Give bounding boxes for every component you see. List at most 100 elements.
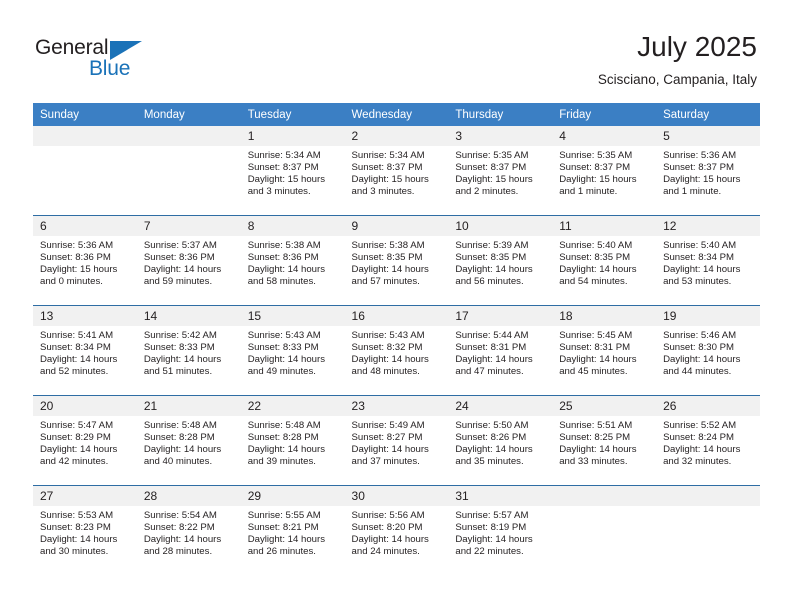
calendar-day-cell[interactable]: 3 Sunrise: 5:35 AM Sunset: 8:37 PM Daylight… xyxy=(448,126,553,216)
calendar-day-cell[interactable]: 16 Sunrise: 5:43 AM Sunset: 8:32 PM Dayligh… xyxy=(344,305,449,396)
sunrise-text: Sunrise: 5:43 AM xyxy=(247,330,321,341)
calendar-day-cell[interactable]: 4 Sunrise: 5:35 AM Sunset: 8:37 PM Daylight… xyxy=(552,126,657,216)
sunrise-text: Sunrise: 5:34 AM xyxy=(247,150,321,161)
daylight-text: Daylight: 14 hours and 33 minutes. xyxy=(559,444,637,468)
sunrise-text: Sunrise: 5:52 AM xyxy=(663,420,737,431)
sun-info: Sunrise: 5:43 AM Sunset: 8:33 PM Daylight:… xyxy=(241,326,345,378)
calendar-day-cell[interactable]: 18 Sunrise: 5:45 AM Sunset: 8:31 PM Dayligh… xyxy=(552,305,657,396)
sunrise-text: Sunrise: 5:49 AM xyxy=(351,420,425,431)
daylight-text: Daylight: 14 hours and 30 minutes. xyxy=(40,534,118,558)
daylight-text: Daylight: 14 hours and 53 minutes. xyxy=(663,264,741,288)
calendar-day-cell[interactable]: 23 Sunrise: 5:49 AM Sunset: 8:27 PM Dayligh… xyxy=(344,395,449,486)
calendar-day-cell[interactable]: 7 Sunrise: 5:37 AM Sunset: 8:36 PM Daylight… xyxy=(136,215,241,306)
sunrise-text: Sunrise: 5:47 AM xyxy=(40,420,114,431)
day-number: 27 xyxy=(33,486,137,506)
sun-info: Sunrise: 5:43 AM Sunset: 8:32 PM Daylight:… xyxy=(345,326,449,378)
calendar-day-cell[interactable]: 11 Sunrise: 5:40 AM Sunset: 8:35 PM Dayligh… xyxy=(552,215,657,306)
sunrise-text: Sunrise: 5:39 AM xyxy=(455,240,529,251)
day-cell-inner: 29 Sunrise: 5:55 AM Sunset: 8:21 PM Dayligh… xyxy=(240,486,345,575)
sunset-text: Sunset: 8:31 PM xyxy=(455,342,527,354)
calendar-day-cell[interactable]: 28 Sunrise: 5:54 AM Sunset: 8:22 PM Dayligh… xyxy=(136,485,241,575)
calendar-day-cell[interactable]: 6 Sunrise: 5:36 AM Sunset: 8:36 PM Daylight… xyxy=(33,215,137,306)
day-cell-inner: 30 Sunrise: 5:56 AM Sunset: 8:20 PM Dayligh… xyxy=(344,486,449,575)
calendar-week-row: 6 Sunrise: 5:36 AM Sunset: 8:36 PM Daylight… xyxy=(33,215,760,306)
daylight-text: Daylight: 14 hours and 35 minutes. xyxy=(455,444,533,468)
sun-info: Sunrise: 5:44 AM Sunset: 8:31 PM Daylight:… xyxy=(448,326,552,378)
sunrise-text: Sunrise: 5:36 AM xyxy=(40,240,114,251)
day-cell-inner: 11 Sunrise: 5:40 AM Sunset: 8:35 PM Dayligh… xyxy=(552,216,657,305)
day-number: 17 xyxy=(448,306,553,326)
daylight-text: Daylight: 15 hours and 3 minutes. xyxy=(351,174,429,198)
calendar-day-cell[interactable]: 27 Sunrise: 5:53 AM Sunset: 8:23 PM Dayligh… xyxy=(33,485,137,575)
sunset-text: Sunset: 8:36 PM xyxy=(143,252,215,264)
sunset-text: Sunset: 8:33 PM xyxy=(143,342,215,354)
calendar-day-cell[interactable]: 14 Sunrise: 5:42 AM Sunset: 8:33 PM Dayligh… xyxy=(136,305,241,396)
daylight-text: Daylight: 14 hours and 40 minutes. xyxy=(143,444,222,468)
calendar-day-cell[interactable]: 17 Sunrise: 5:44 AM Sunset: 8:31 PM Dayligh… xyxy=(448,305,553,396)
day-number: 30 xyxy=(344,486,449,506)
calendar-day-cell[interactable]: 26 Sunrise: 5:52 AM Sunset: 8:24 PM Dayligh… xyxy=(656,395,760,486)
daylight-text: Daylight: 14 hours and 42 minutes. xyxy=(40,444,118,468)
sunset-text: Sunset: 8:28 PM xyxy=(247,432,319,444)
sun-info: Sunrise: 5:42 AM Sunset: 8:33 PM Daylight:… xyxy=(137,326,241,378)
calendar-day-cell[interactable]: 30 Sunrise: 5:56 AM Sunset: 8:20 PM Dayligh… xyxy=(344,485,449,575)
general-blue-logo[interactable]: General Blue xyxy=(35,36,165,82)
sun-info: Sunrise: 5:34 AM Sunset: 8:37 PM Daylight:… xyxy=(241,146,345,198)
calendar-day-cell[interactable]: 5 Sunrise: 5:36 AM Sunset: 8:37 PM Daylight… xyxy=(656,126,760,216)
day-number: 23 xyxy=(344,396,449,416)
calendar-day-cell[interactable]: 24 Sunrise: 5:50 AM Sunset: 8:26 PM Dayligh… xyxy=(448,395,553,486)
calendar-day-cell[interactable]: 13 Sunrise: 5:41 AM Sunset: 8:34 PM Dayligh… xyxy=(33,305,137,396)
day-cell-inner: 15 Sunrise: 5:43 AM Sunset: 8:33 PM Dayligh… xyxy=(240,306,345,395)
calendar-week-row: 27 Sunrise: 5:53 AM Sunset: 8:23 PM Dayligh… xyxy=(33,485,760,575)
calendar-day-cell[interactable]: 8 Sunrise: 5:38 AM Sunset: 8:36 PM Daylight… xyxy=(240,215,345,306)
calendar-day-cell[interactable]: 25 Sunrise: 5:51 AM Sunset: 8:25 PM Dayligh… xyxy=(552,395,657,486)
calendar-day-cell[interactable]: 31 Sunrise: 5:57 AM Sunset: 8:19 PM Dayligh… xyxy=(448,485,553,575)
day-number: 10 xyxy=(448,216,553,236)
day-cell-inner: 10 Sunrise: 5:39 AM Sunset: 8:35 PM Dayligh… xyxy=(448,216,553,305)
calendar-week-row: 20 Sunrise: 5:47 AM Sunset: 8:29 PM Dayligh… xyxy=(33,395,760,486)
day-number: 31 xyxy=(448,486,553,506)
calendar-cell-empty xyxy=(33,126,137,216)
day-cell-inner: 12 Sunrise: 5:40 AM Sunset: 8:34 PM Dayligh… xyxy=(656,216,760,305)
day-number: 2 xyxy=(344,126,449,146)
sunset-text: Sunset: 8:31 PM xyxy=(559,342,631,354)
sun-info: Sunrise: 5:38 AM Sunset: 8:36 PM Daylight:… xyxy=(241,236,345,288)
calendar-day-cell[interactable]: 2 Sunrise: 5:34 AM Sunset: 8:37 PM Daylight… xyxy=(344,126,449,216)
calendar-day-cell[interactable]: 22 Sunrise: 5:48 AM Sunset: 8:28 PM Dayligh… xyxy=(240,395,345,486)
calendar-day-cell[interactable]: 9 Sunrise: 5:38 AM Sunset: 8:35 PM Daylight… xyxy=(344,215,449,306)
calendar-day-cell[interactable]: 21 Sunrise: 5:48 AM Sunset: 8:28 PM Dayligh… xyxy=(136,395,241,486)
calendar-day-cell[interactable]: 1 Sunrise: 5:34 AM Sunset: 8:37 PM Daylight… xyxy=(240,126,345,216)
calendar-day-cell[interactable]: 12 Sunrise: 5:40 AM Sunset: 8:34 PM Dayligh… xyxy=(656,215,760,306)
daylight-text: Daylight: 15 hours and 3 minutes. xyxy=(247,174,326,198)
calendar-day-cell[interactable]: 29 Sunrise: 5:55 AM Sunset: 8:21 PM Dayligh… xyxy=(240,485,345,575)
daylight-text: Daylight: 15 hours and 1 minute. xyxy=(559,174,637,198)
calendar-cell-empty xyxy=(656,485,760,575)
sunset-text: Sunset: 8:37 PM xyxy=(559,162,631,174)
weekday-header-tuesday: Tuesday xyxy=(240,103,345,126)
day-number: 25 xyxy=(552,396,657,416)
day-cell-inner: 25 Sunrise: 5:51 AM Sunset: 8:25 PM Dayligh… xyxy=(552,396,657,485)
day-cell-inner: 23 Sunrise: 5:49 AM Sunset: 8:27 PM Dayligh… xyxy=(344,396,449,485)
sunrise-text: Sunrise: 5:34 AM xyxy=(351,150,425,161)
calendar-week-row: 13 Sunrise: 5:41 AM Sunset: 8:34 PM Dayligh… xyxy=(33,305,760,396)
day-cell-inner: 6 Sunrise: 5:36 AM Sunset: 8:36 PM Daylight… xyxy=(33,216,137,305)
weekday-header-saturday: Saturday xyxy=(656,103,760,126)
day-cell-inner: 8 Sunrise: 5:38 AM Sunset: 8:36 PM Daylight… xyxy=(240,216,345,305)
day-cell-inner: 14 Sunrise: 5:42 AM Sunset: 8:33 PM Dayligh… xyxy=(136,306,241,395)
location-subtitle: Scisciano, Campania, Italy xyxy=(597,72,757,87)
calendar-day-cell[interactable]: 19 Sunrise: 5:46 AM Sunset: 8:30 PM Dayligh… xyxy=(656,305,760,396)
calendar-day-cell[interactable]: 10 Sunrise: 5:39 AM Sunset: 8:35 PM Dayligh… xyxy=(448,215,553,306)
daylight-text: Daylight: 14 hours and 56 minutes. xyxy=(455,264,533,288)
daylight-text: Daylight: 14 hours and 54 minutes. xyxy=(559,264,637,288)
sunset-text: Sunset: 8:30 PM xyxy=(663,342,734,354)
calendar-body: 1 Sunrise: 5:34 AM Sunset: 8:37 PM Daylight… xyxy=(33,126,760,575)
sun-info: Sunrise: 5:54 AM Sunset: 8:22 PM Daylight:… xyxy=(137,506,241,558)
weekday-header-thursday: Thursday xyxy=(448,103,553,126)
sunrise-text: Sunrise: 5:42 AM xyxy=(143,330,217,341)
calendar-grid: Sunday Monday Tuesday Wednesday Thursday Frid… xyxy=(33,103,760,575)
day-number: 14 xyxy=(136,306,241,326)
calendar-day-cell[interactable]: 15 Sunrise: 5:43 AM Sunset: 8:33 PM Dayligh… xyxy=(240,305,345,396)
daylight-text: Daylight: 14 hours and 39 minutes. xyxy=(247,444,326,468)
calendar-day-cell[interactable]: 20 Sunrise: 5:47 AM Sunset: 8:29 PM Dayligh… xyxy=(33,395,137,486)
day-number: 5 xyxy=(656,126,760,146)
